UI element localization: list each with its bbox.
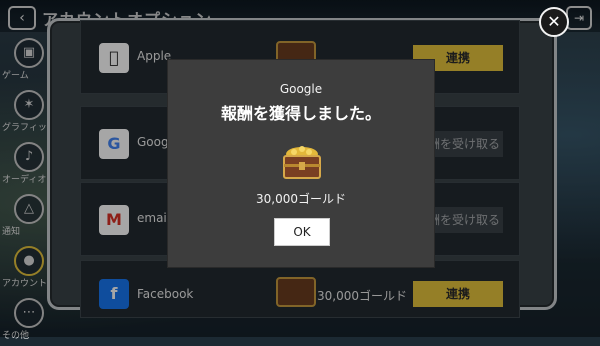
- provider-name: Google: [279, 82, 323, 96]
- reward-dialog: Google 報酬を獲得しました。 30,000ゴールド OK: [167, 59, 435, 268]
- ok-button[interactable]: OK: [274, 218, 330, 246]
- reward-amount: 30,000ゴールド: [256, 192, 346, 206]
- close-icon[interactable]: ✕: [539, 7, 569, 37]
- treasure-chest-icon: [283, 146, 321, 179]
- dialog-title: 報酬を獲得しました。: [220, 104, 381, 123]
